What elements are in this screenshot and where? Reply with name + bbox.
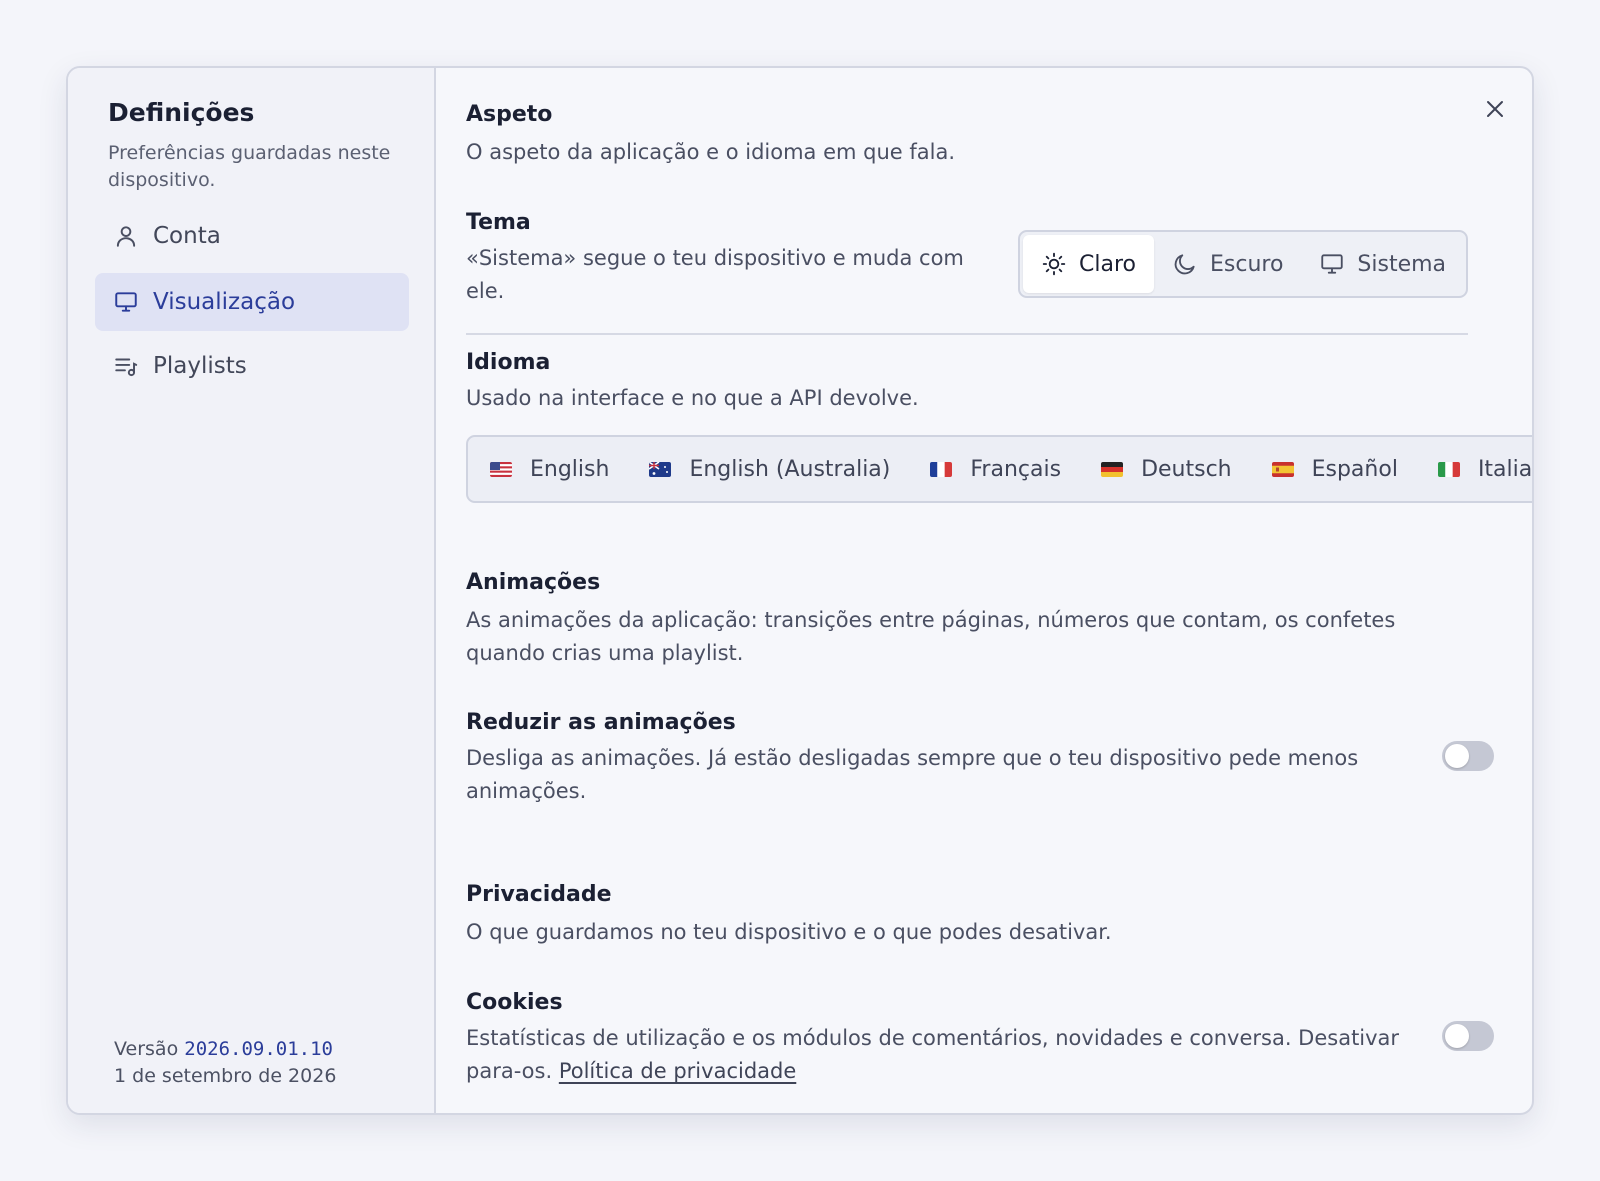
privacy-title: Privacidade [466, 882, 612, 907]
language-description: Usado na interface e no que a API devolv… [466, 386, 919, 410]
toggle-knob [1445, 744, 1469, 768]
language-label: English (Australia) [689, 456, 891, 482]
settings-sidebar: Definições Preferências guardadas neste … [68, 68, 436, 1113]
sun-icon [1042, 252, 1066, 276]
playlist-icon [115, 358, 138, 377]
cookies-description-block: Estatísticas de utilização e os módulos … [466, 1022, 1406, 1088]
language-option-francais[interactable]: Français [930, 457, 1061, 482]
theme-option-sistema[interactable]: Sistema [1301, 235, 1464, 293]
theme-selector: Claro Escuro Sistema [1018, 230, 1468, 298]
fr-flag-icon [930, 461, 953, 477]
settings-dialog: Definições Preferências guardadas neste … [66, 66, 1534, 1115]
sidebar-title: Definições [108, 98, 255, 127]
language-option-english-australia[interactable]: English (Australia) [649, 457, 890, 482]
es-flag-icon [1271, 461, 1294, 477]
privacy-description: O que guardamos no teu dispositivo e o q… [466, 920, 1112, 944]
au-flag-icon [649, 461, 672, 477]
close-icon [1487, 101, 1503, 117]
appearance-description: O aspeto da aplicação e o idioma em que … [466, 140, 956, 164]
language-title: Idioma [466, 350, 551, 375]
version-info: Versão 2026.09.01.10 1 de setembro de 20… [114, 1036, 336, 1090]
animations-title: Animações [466, 570, 601, 595]
version-label: Versão [114, 1038, 179, 1060]
animations-description: As animações da aplicação: transições en… [466, 608, 1396, 665]
close-button[interactable] [1480, 94, 1510, 124]
theme-description: «Sistema» segue o teu dispositivo e muda… [466, 246, 964, 303]
theme-title: Tema [466, 210, 531, 235]
settings-content: Aspeto O aspeto da aplicação e o idioma … [438, 68, 1532, 1113]
monitor-icon [115, 292, 137, 312]
sidebar-item-visualizacao[interactable]: Visualização [95, 273, 409, 331]
cookies-toggle[interactable] [1442, 1021, 1494, 1051]
language-label: English [530, 456, 610, 482]
appearance-title: Aspeto [466, 102, 553, 127]
divider [466, 333, 1468, 335]
moon-icon [1174, 254, 1195, 275]
user-icon [116, 226, 136, 247]
privacy-policy-link[interactable]: Política de privacidade [559, 1059, 796, 1083]
toggle-knob [1445, 1024, 1469, 1048]
theme-option-escuro[interactable]: Escuro [1154, 235, 1301, 293]
cookies-title: Cookies [466, 990, 563, 1015]
language-label: Deutsch [1141, 456, 1232, 482]
language-option-english[interactable]: English [490, 457, 609, 482]
sidebar-item-label: Playlists [153, 353, 247, 379]
language-option-italiano[interactable]: Italiano [1437, 456, 1533, 482]
sidebar-item-label: Visualização [153, 289, 296, 315]
reduce-animations-title: Reduzir as animações [466, 710, 736, 735]
sidebar-item-label: Conta [153, 223, 221, 249]
us-flag-icon [490, 461, 512, 477]
version-date: 1 de setembro de 2026 [114, 1065, 337, 1087]
reduce-animations-description: Desliga as animações. Já estão desligada… [466, 746, 1359, 803]
de-flag-icon [1101, 461, 1124, 477]
monitor-icon [1321, 254, 1344, 274]
theme-option-label: Claro [1079, 251, 1136, 277]
language-label: Français [970, 456, 1062, 482]
it-flag-icon [1437, 461, 1460, 477]
theme-option-label: Escuro [1209, 251, 1284, 277]
theme-option-label: Sistema [1357, 251, 1447, 277]
language-label: Italiano [1477, 456, 1533, 482]
sidebar-subtitle: Preferências guardadas neste dispositivo… [108, 142, 391, 191]
sidebar-item-playlists[interactable]: Playlists [95, 337, 409, 395]
language-label: Español [1311, 456, 1398, 482]
sidebar-item-conta[interactable]: Conta [95, 207, 409, 265]
version-number: 2026.09.01.10 [184, 1038, 333, 1060]
reduce-animations-toggle[interactable] [1442, 741, 1494, 771]
language-option-deutsch[interactable]: Deutsch [1101, 457, 1232, 482]
theme-option-claro[interactable]: Claro [1023, 235, 1154, 293]
language-option-espanol[interactable]: Español [1271, 456, 1398, 482]
language-selector[interactable]: English English (Australia) Français Deu… [466, 435, 1533, 503]
